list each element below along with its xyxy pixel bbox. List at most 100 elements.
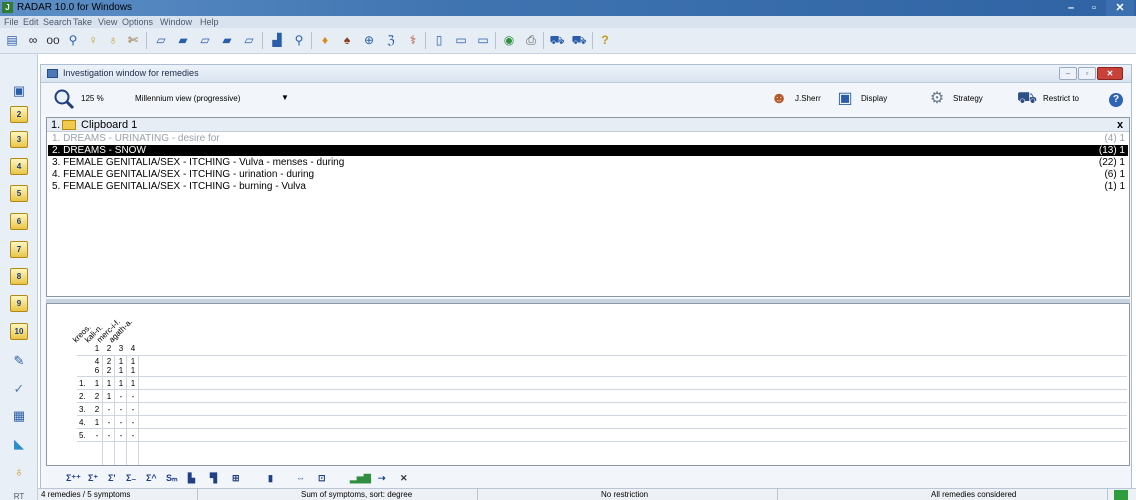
clipboard-4-button[interactable]: 4 — [10, 158, 28, 175]
grid-cell[interactable]: - — [128, 392, 138, 401]
clipboard-7-button[interactable]: 7 — [10, 241, 28, 258]
close-button[interactable]: ✕ — [1106, 0, 1134, 16]
symptom-row-selected[interactable]: 2. DREAMS - SNOW (13) 1 — [48, 145, 1128, 156]
window-minimize-button[interactable]: – — [1059, 67, 1077, 80]
sum-plus-plus-icon[interactable]: Σ⁺⁺ — [66, 471, 81, 485]
grid-cell[interactable]: - — [128, 405, 138, 414]
bottle-icon[interactable]: ▮ — [268, 471, 273, 485]
grid-cell[interactable]: - — [128, 418, 138, 427]
symptom-row[interactable]: 4. FEMALE GENITALIA/SEX - ITCHING - urin… — [48, 169, 1128, 180]
chart-bar-2-icon[interactable]: ▜ — [210, 471, 217, 485]
table-icon[interactable]: ⊞ — [232, 471, 240, 485]
strategy-button[interactable]: ⚙ Strategy — [925, 88, 995, 110]
grid-cell[interactable]: - — [116, 431, 126, 440]
folder-open-icon[interactable]: ▱ — [152, 31, 170, 49]
grid-cell[interactable]: 1 — [92, 379, 102, 388]
menu-window[interactable]: Window — [160, 16, 192, 28]
clipboard-9-button[interactable]: 9 — [10, 295, 28, 312]
folder-close-icon[interactable]: ▱ — [240, 31, 258, 49]
clipboard-6-button[interactable]: 6 — [10, 213, 28, 230]
grid-cell[interactable]: - — [116, 392, 126, 401]
clipboard-icon[interactable]: ▣ — [10, 82, 28, 99]
syringe-icon[interactable]: ⚕ — [404, 31, 422, 49]
number-icon[interactable]: ℨ — [382, 31, 400, 49]
clipboard-5-button[interactable]: 5 — [10, 185, 28, 202]
close-analysis-icon[interactable]: ✕ — [400, 471, 408, 485]
user-button[interactable]: ☻ J.Sherr — [767, 88, 827, 110]
car-icon[interactable]: ⛟ — [548, 31, 566, 49]
grid-cell[interactable]: - — [104, 405, 114, 414]
chart-bar-icon[interactable]: ▙ — [188, 471, 195, 485]
flask-icon[interactable]: ♦ — [316, 31, 334, 49]
pencil-icon[interactable]: ✎ — [10, 352, 28, 369]
grid-cell[interactable]: - — [128, 431, 138, 440]
sum-prime-icon[interactable]: Σ' — [108, 471, 116, 485]
minimize-button[interactable]: – — [1060, 0, 1082, 16]
grid-cell[interactable]: 2 — [92, 405, 102, 414]
bulb-sidebar-icon[interactable]: ♁ — [10, 463, 28, 480]
printer-icon[interactable]: ⎙ — [522, 31, 540, 49]
chart-icon[interactable]: ▟ — [268, 31, 286, 49]
sum-caret-icon[interactable]: Σ^ — [146, 471, 157, 485]
bulb-icon[interactable]: ♁ — [104, 31, 122, 49]
menu-help[interactable]: Help — [200, 16, 219, 28]
sum-minus-icon[interactable]: Σ₋ — [126, 471, 136, 485]
window-restore-button[interactable]: ▫ — [1078, 67, 1096, 80]
sum-plus-icon[interactable]: Σ⁺ — [88, 471, 98, 485]
tools-icon[interactable]: ✄ — [124, 31, 142, 49]
binoculars-icon[interactable]: ∞ — [24, 31, 42, 49]
menu-search[interactable]: Search — [43, 16, 72, 28]
clipboard-3-button[interactable]: 3 — [10, 131, 28, 148]
view-select[interactable]: Millennium view (progressive) — [135, 94, 240, 103]
arrow-icon[interactable]: ⇢ — [378, 471, 386, 485]
grid-cell[interactable]: 1 — [104, 379, 114, 388]
grid-cell[interactable]: 1 — [128, 379, 138, 388]
sum-m-icon[interactable]: Sₘ — [166, 471, 178, 485]
zoom-level[interactable]: 125 % — [81, 94, 104, 103]
help-icon[interactable]: ? — [1109, 93, 1123, 107]
menu-options[interactable]: Options — [122, 16, 153, 28]
clipboard-8-button[interactable]: 8 — [10, 268, 28, 285]
chevron-down-icon[interactable]: ▼ — [281, 93, 289, 102]
grid-cell[interactable]: - — [104, 418, 114, 427]
menu-take[interactable]: Take — [73, 16, 92, 28]
symptom-row[interactable]: 3. FEMALE GENITALIA/SEX - ITCHING - Vulv… — [48, 157, 1128, 168]
cauldron-icon[interactable]: ♠ — [338, 31, 356, 49]
grid-cell[interactable]: 2 — [92, 392, 102, 401]
question-icon[interactable]: ♀ — [84, 31, 102, 49]
menu-view[interactable]: View — [98, 16, 117, 28]
folder-copy-icon[interactable]: ▱ — [196, 31, 214, 49]
display-button[interactable]: ▣ Display — [833, 88, 899, 110]
symptom-row[interactable]: 5. FEMALE GENITALIA/SEX - ITCHING - burn… — [48, 181, 1128, 192]
glasses-icon[interactable]: oo — [44, 31, 62, 49]
window-close-button[interactable]: ✕ — [1097, 67, 1123, 80]
book-3-icon[interactable]: ▭ — [474, 31, 492, 49]
menu-edit[interactable]: Edit — [23, 16, 39, 28]
maximize-button[interactable]: ▫ — [1083, 0, 1105, 16]
ring-icon[interactable]: ⊕ — [360, 31, 378, 49]
magnifier-icon[interactable]: ⚲ — [64, 31, 82, 49]
grid-cell[interactable]: - — [92, 431, 102, 440]
new-icon[interactable]: ▤ — [3, 31, 21, 49]
menu-file[interactable]: File — [4, 16, 19, 28]
clipboard-10-button[interactable]: 10 — [10, 323, 28, 340]
car-2-icon[interactable]: ⛟ — [570, 31, 588, 49]
help-question-icon[interactable]: ? — [596, 31, 614, 49]
restrict-button[interactable]: ⛟ Restrict to — [1015, 88, 1099, 110]
grid-cell[interactable]: 1 — [116, 379, 126, 388]
folder-edit-icon[interactable]: ▰ — [218, 31, 236, 49]
grid-icon[interactable]: ▦ — [10, 407, 28, 424]
symptom-row[interactable]: 1. DREAMS - URINATING - desire for (4) 1 — [48, 133, 1128, 144]
grid-cell[interactable]: - — [116, 418, 126, 427]
book-2-icon[interactable]: ▭ — [452, 31, 470, 49]
pyramid-icon[interactable]: ◣ — [10, 435, 28, 452]
grid-cell[interactable]: 1 — [104, 392, 114, 401]
clipboard-2-button[interactable]: 2 — [10, 106, 28, 123]
book-icon[interactable]: ▯ — [430, 31, 448, 49]
compare-icon[interactable]: ⇔ — [296, 471, 305, 485]
tree-icon[interactable]: ⚲ — [290, 31, 308, 49]
bar-chart-icon[interactable]: ▂▅▇ — [350, 471, 371, 485]
grid-cell[interactable]: 1 — [92, 418, 102, 427]
grid-cell[interactable]: - — [116, 405, 126, 414]
globe-icon[interactable]: ◉ — [500, 31, 518, 49]
